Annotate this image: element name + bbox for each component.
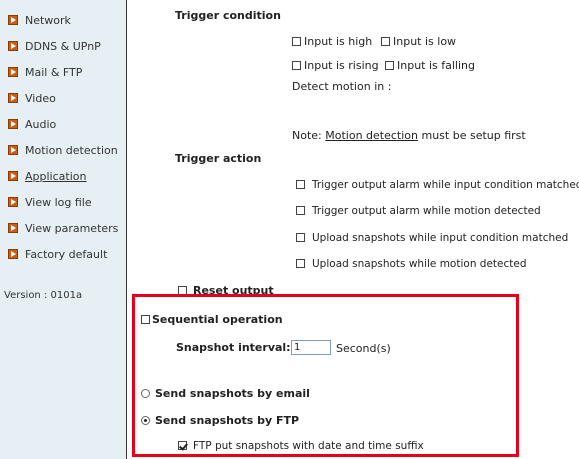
action-checkbox[interactable] (296, 233, 305, 242)
reset-output-label: Reset output (193, 284, 274, 297)
action-checkbox[interactable] (296, 180, 305, 189)
sidebar-item-label: Mail & FTP (25, 65, 83, 79)
action-checkbox[interactable] (296, 206, 305, 215)
arrow-right-icon (8, 15, 18, 25)
action-option[interactable]: Upload snapshots while input condition m… (296, 232, 568, 244)
send-email-radio[interactable] (141, 389, 150, 398)
sequential-operation-option[interactable]: Sequential operation (141, 313, 283, 326)
action-checkbox[interactable] (296, 259, 305, 268)
sidebar-item-audio[interactable]: Audio (8, 115, 56, 133)
sidebar-item-label: View parameters (25, 221, 119, 235)
motion-detection-link[interactable]: Motion detection (325, 129, 418, 142)
sidebar-item-label: Audio (25, 117, 57, 131)
arrow-right-icon (8, 171, 18, 181)
note-prefix: Note: (292, 129, 326, 142)
sequential-operation-label: Sequential operation (152, 313, 283, 326)
sidebar-divider (126, 0, 127, 459)
input-rising-checkbox[interactable] (292, 61, 301, 70)
interval-unit-label: Second(s) (336, 342, 391, 355)
input-falling-option[interactable]: Input is falling (385, 59, 475, 72)
sequential-operation-checkbox[interactable] (141, 315, 150, 324)
arrow-right-icon (8, 93, 18, 103)
sidebar-item-label: Network (25, 13, 71, 27)
sidebar-item-label: Motion detection (25, 143, 118, 157)
action-label: Upload snapshots while input condition m… (312, 232, 569, 244)
arrow-right-icon (8, 145, 18, 155)
send-email-option[interactable]: Send snapshots by email (141, 387, 310, 400)
detect-motion-label: Detect motion in : (292, 80, 392, 93)
trigger-action-title: Trigger action (175, 152, 262, 165)
input-low-option[interactable]: Input is low (381, 35, 456, 48)
send-ftp-option[interactable]: Send snapshots by FTP (141, 414, 299, 427)
sidebar-item-label: Application (25, 169, 87, 183)
input-rising-label: Input is rising (304, 59, 379, 72)
ftp-suffix-option[interactable]: FTP put snapshots with date and time suf… (178, 440, 424, 452)
send-ftp-radio[interactable] (141, 416, 150, 425)
sidebar-item-video[interactable]: Video (8, 89, 56, 107)
version-label: Version : 0101a (4, 290, 83, 301)
sidebar-item-label: Factory default (25, 247, 108, 261)
send-ftp-label: Send snapshots by FTP (155, 414, 300, 427)
input-low-checkbox[interactable] (381, 37, 390, 46)
sidebar-item-mail-ftp[interactable]: Mail & FTP (8, 63, 82, 81)
input-high-label: Input is high (304, 35, 373, 48)
reset-output-option[interactable]: Reset output (178, 284, 274, 297)
send-email-label: Send snapshots by email (155, 387, 310, 400)
sidebar-item-view-parameters[interactable]: View parameters (8, 219, 118, 237)
action-option[interactable]: Upload snapshots while motion detected (296, 258, 527, 270)
sidebar-item-label: View log file (25, 195, 92, 209)
input-falling-label: Input is falling (397, 59, 475, 72)
arrow-right-icon (8, 249, 18, 259)
action-label: Upload snapshots while motion detected (312, 258, 527, 270)
sidebar-item-label: DDNS & UPnP (25, 39, 101, 53)
snapshot-interval-input[interactable] (291, 340, 331, 355)
input-low-label: Input is low (393, 35, 457, 48)
snapshot-interval-label: Snapshot interval: (176, 341, 291, 354)
arrow-right-icon (8, 223, 18, 233)
input-rising-option[interactable]: Input is rising (292, 59, 379, 72)
arrow-right-icon (8, 119, 18, 129)
input-falling-checkbox[interactable] (385, 61, 394, 70)
action-option[interactable]: Trigger output alarm while motion detect… (296, 205, 541, 217)
arrow-right-icon (8, 67, 18, 77)
arrow-right-icon (8, 41, 18, 51)
sidebar-item-application[interactable]: Application (8, 167, 86, 185)
sidebar: Network DDNS & UPnP Mail & FTP Video Aud… (0, 0, 126, 459)
ftp-suffix-label: FTP put snapshots with date and time suf… (193, 440, 424, 452)
motion-note: Note: Motion detection must be setup fir… (292, 129, 526, 142)
sidebar-item-view-log-file[interactable]: View log file (8, 193, 92, 211)
sidebar-item-motion-detection[interactable]: Motion detection (8, 141, 118, 159)
reset-output-checkbox[interactable] (178, 286, 187, 295)
arrow-right-icon (8, 197, 18, 207)
action-option[interactable]: Trigger output alarm while input conditi… (296, 179, 579, 191)
sidebar-item-factory-default[interactable]: Factory default (8, 245, 107, 263)
ftp-suffix-checkbox[interactable] (178, 441, 187, 450)
note-suffix: must be setup first (418, 129, 526, 142)
action-label: Trigger output alarm while motion detect… (312, 205, 541, 217)
trigger-condition-title: Trigger condition (175, 9, 281, 22)
sidebar-item-label: Video (25, 91, 56, 105)
sidebar-item-network[interactable]: Network (8, 11, 71, 29)
action-label: Trigger output alarm while input conditi… (312, 179, 579, 191)
input-high-option[interactable]: Input is high (292, 35, 372, 48)
sidebar-item-ddns-upnp[interactable]: DDNS & UPnP (8, 37, 101, 55)
input-high-checkbox[interactable] (292, 37, 301, 46)
